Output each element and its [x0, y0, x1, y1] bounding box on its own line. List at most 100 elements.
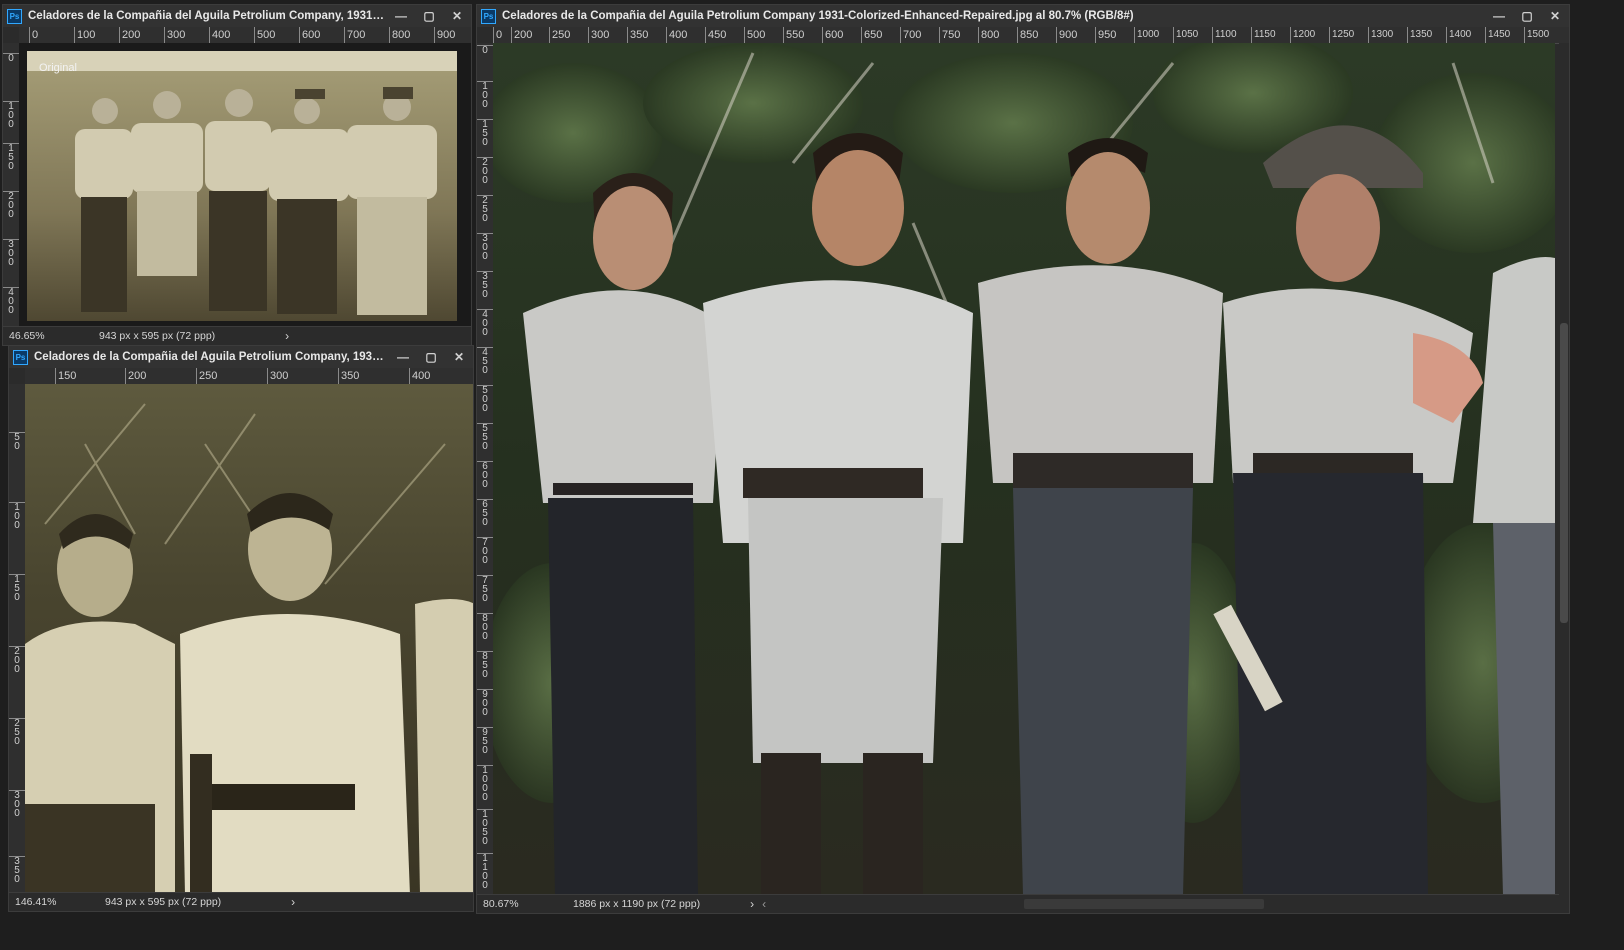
maximize-icon[interactable]: ▢ — [415, 9, 443, 23]
ruler-tick: 4 5 0 — [477, 347, 493, 376]
ruler-tick: 9 0 0 — [477, 689, 493, 718]
original-window-title: Celadores de la Compañia del Aguila Petr… — [28, 10, 387, 22]
minimize-icon[interactable]: — — [387, 9, 415, 23]
ruler-tick: 1 5 0 — [3, 143, 19, 172]
ruler-tick: 150 — [55, 368, 76, 384]
zoom-level[interactable]: 146.41% — [9, 896, 85, 908]
ruler-tick: 5 5 0 — [477, 423, 493, 452]
ruler-tick: 400 — [666, 27, 687, 43]
ruler-tick: 1200 — [1290, 27, 1315, 43]
horizontal-scrollbar-thumb[interactable] — [1024, 899, 1265, 909]
ruler-tick: 600 — [822, 27, 843, 43]
colorized-photo — [493, 43, 1555, 895]
close-icon[interactable]: ✕ — [1541, 9, 1569, 23]
detail-window-title: Celadores de la Compañia del Aguila Petr… — [34, 351, 389, 363]
ruler-tick: 800 — [389, 27, 410, 43]
status-menu-chevron-icon[interactable]: › — [750, 897, 754, 911]
status-menu-chevron-icon[interactable]: › — [291, 895, 295, 909]
document-dimensions: 1886 px x 1190 px (72 ppp) — [573, 898, 701, 910]
ruler-tick: 3 0 0 — [477, 233, 493, 262]
close-icon[interactable]: ✕ — [445, 350, 473, 364]
ruler-tick: 600 — [299, 27, 320, 43]
ruler-tick: 350 — [627, 27, 648, 43]
ruler-tick: 900 — [434, 27, 455, 43]
ruler-tick: 200 — [119, 27, 140, 43]
ruler-tick: 1450 — [1485, 27, 1510, 43]
ruler-tick: 200 — [511, 27, 532, 43]
maximize-icon[interactable]: ▢ — [417, 350, 445, 364]
colorized-status-bar: 80.67% 1886 px x 1190 px (72 ppp) › ‹ — [477, 894, 1569, 913]
ruler-tick: 1 0 0 — [9, 502, 25, 531]
zoom-level[interactable]: 80.67% — [477, 898, 553, 910]
original-photo-canvas[interactable]: Original — [19, 43, 471, 329]
ruler-tick: 8 5 0 — [477, 651, 493, 680]
maximize-icon[interactable]: ▢ — [1513, 9, 1541, 23]
ruler-tick: 500 — [744, 27, 765, 43]
ruler-tick: 400 — [209, 27, 230, 43]
detail-photo-canvas[interactable] — [25, 384, 473, 895]
original-vertical-ruler: 0 1 0 0 1 5 0 2 0 0 3 0 0 4 0 0 — [3, 43, 20, 329]
ruler-tick: 200 — [125, 368, 146, 384]
ruler-tick: 300 — [267, 368, 288, 384]
colorized-photo-canvas[interactable] — [493, 43, 1555, 895]
ruler-tick: 800 — [978, 27, 999, 43]
original-label: Original — [39, 62, 77, 74]
ruler-tick: 4 0 0 — [3, 287, 19, 316]
minimize-icon[interactable]: — — [1485, 9, 1513, 23]
original-sepia-photo — [27, 51, 457, 321]
detail-vertical-ruler: 5 0 1 0 0 1 5 0 2 0 0 2 5 0 3 0 0 3 5 0 — [9, 384, 26, 895]
ruler-tick: 1100 — [1212, 27, 1237, 43]
ruler-tick: 7 5 0 — [477, 575, 493, 604]
ruler-tick: 0 — [3, 53, 19, 64]
ruler-tick: 300 — [164, 27, 185, 43]
ruler-tick: 3 5 0 — [9, 856, 25, 885]
ruler-tick: 650 — [861, 27, 882, 43]
ruler-tick: 6 5 0 — [477, 499, 493, 528]
ruler-tick: 2 0 0 — [9, 646, 25, 675]
ruler-tick: 3 0 0 — [3, 239, 19, 268]
ruler-tick: 2 0 0 — [477, 157, 493, 186]
ruler-tick: 1300 — [1368, 27, 1393, 43]
original-horizontal-ruler: 0 100 200 300 400 500 600 700 800 900 — [19, 27, 471, 44]
original-status-bar: 46.65% 943 px x 595 px (72 ppp) › — [3, 326, 471, 345]
ruler-tick: 1 5 0 — [477, 119, 493, 148]
ruler-tick: 1350 — [1407, 27, 1432, 43]
ruler-tick: 1 5 0 — [9, 574, 25, 603]
colorized-vertical-ruler: 0 1 0 0 1 5 0 2 0 0 2 5 0 3 0 0 3 5 0 4 … — [477, 43, 494, 895]
vertical-scrollbar[interactable] — [1559, 43, 1569, 895]
scroll-left-icon[interactable]: ‹ — [762, 897, 766, 911]
ruler-tick: 300 — [588, 27, 609, 43]
photoshop-icon: Ps — [481, 8, 496, 24]
ruler-tick: 550 — [783, 27, 804, 43]
ruler-tick: 1 1 0 0 — [477, 853, 493, 891]
detail-document-window: Ps Celadores de la Compañia del Aguila P… — [8, 345, 474, 912]
detail-sepia-photo — [25, 384, 473, 895]
ruler-tick: 900 — [1056, 27, 1077, 43]
ruler-tick: 3 5 0 — [477, 271, 493, 300]
colorized-horizontal-ruler: 0 200 250 300 350 400 450 500 550 600 65… — [493, 27, 1569, 44]
ruler-tick: 950 — [1095, 27, 1116, 43]
ruler-tick: 9 5 0 — [477, 727, 493, 756]
ruler-tick: 1050 — [1173, 27, 1198, 43]
ruler-tick: 5 0 — [9, 432, 25, 452]
colorized-document-window: Ps Celadores de la Compañia del Aguila P… — [476, 4, 1570, 914]
original-title-bar[interactable]: Ps Celadores de la Compañia del Aguila P… — [3, 5, 471, 27]
ruler-tick: 1 0 0 — [3, 101, 19, 130]
ruler-tick: 3 0 0 — [9, 790, 25, 819]
ruler-tick: 1000 — [1134, 27, 1159, 43]
ruler-tick: 250 — [549, 27, 570, 43]
close-icon[interactable]: ✕ — [443, 9, 471, 23]
minimize-icon[interactable]: — — [389, 350, 417, 364]
ruler-tick: 1500 — [1524, 27, 1549, 43]
colorized-title-bar[interactable]: Ps Celadores de la Compañia del Aguila P… — [477, 5, 1569, 27]
detail-horizontal-ruler: 150 200 250 300 350 400 — [25, 368, 473, 385]
ruler-tick: 1 0 5 0 — [477, 809, 493, 847]
zoom-level[interactable]: 46.65% — [3, 330, 79, 342]
status-menu-chevron-icon[interactable]: › — [285, 329, 289, 343]
ruler-tick: 450 — [705, 27, 726, 43]
ruler-tick: 1150 — [1251, 27, 1276, 43]
ruler-tick: 1250 — [1329, 27, 1354, 43]
vertical-scrollbar-thumb[interactable] — [1560, 323, 1568, 623]
document-dimensions: 943 px x 595 px (72 ppp) — [99, 330, 216, 342]
detail-title-bar[interactable]: Ps Celadores de la Compañia del Aguila P… — [9, 346, 473, 368]
